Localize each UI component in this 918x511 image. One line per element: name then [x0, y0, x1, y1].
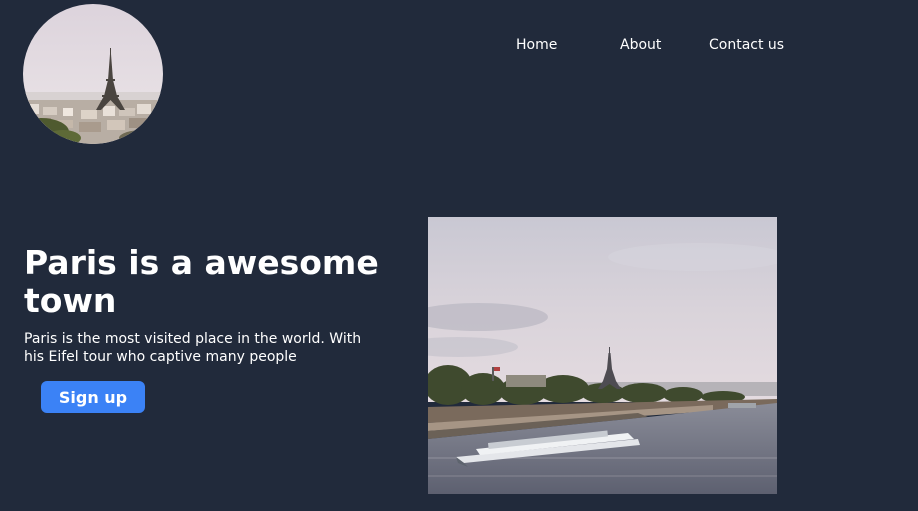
logo-image[interactable]: [23, 4, 163, 144]
nav-link-contact[interactable]: Contact us: [709, 37, 784, 53]
eiffel-tower-logo-illustration: [23, 4, 163, 144]
nav-link-home[interactable]: Home: [516, 37, 557, 53]
nav-link-about[interactable]: About: [620, 37, 661, 53]
signup-button[interactable]: Sign up: [41, 381, 145, 413]
hero-description: Paris is the most visited place in the w…: [24, 331, 362, 365]
hero-title: Paris is a awesome town: [24, 243, 379, 320]
page: Home About Contact us Paris is a awesome…: [0, 0, 918, 511]
seine-river-photo-illustration: [428, 217, 777, 494]
main-nav: Home About Contact us: [490, 37, 800, 57]
hero-photo: [428, 217, 777, 494]
